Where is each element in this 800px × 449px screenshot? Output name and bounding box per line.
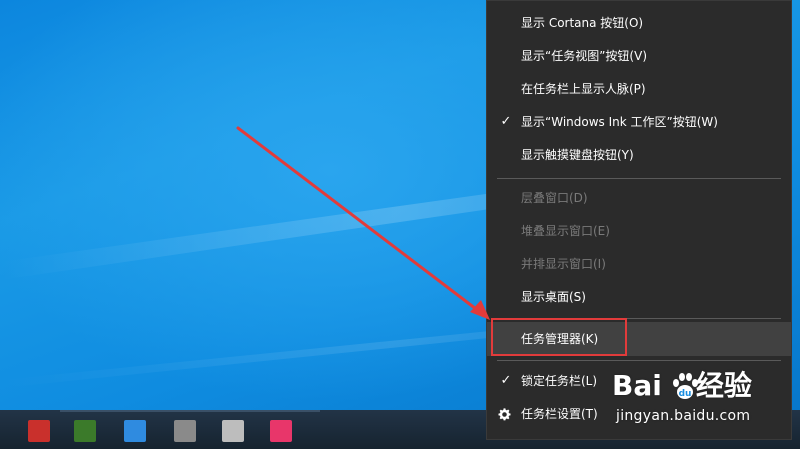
taskbar-app-icon-gray[interactable] <box>174 420 196 442</box>
annotation-highlight-box <box>491 318 627 356</box>
baidu-paw-icon: du <box>673 373 698 399</box>
watermark-url: jingyan.baidu.com <box>616 408 751 424</box>
menu-item-label: 任务栏设置(T) <box>521 407 598 421</box>
menu-item-show-task-view-button[interactable]: 显示“任务视图”按钮(V) <box>487 40 791 72</box>
menu-item-label: 显示触摸键盘按钮(Y) <box>521 148 634 162</box>
taskbar-app-icon-red[interactable] <box>28 420 50 442</box>
svg-text:du: du <box>679 389 692 399</box>
taskbar-app-icon-green[interactable] <box>74 420 96 442</box>
checkmark-icon: ✓ <box>500 373 512 388</box>
taskbar-active-indicator <box>60 410 320 412</box>
menu-item-label: 显示桌面(S) <box>521 290 586 304</box>
watermark-brand-jingyan: 经验 <box>695 369 752 402</box>
menu-item-label: 锁定任务栏(L) <box>521 374 598 388</box>
menu-item-show-cortana-button[interactable]: 显示 Cortana 按钮(O) <box>487 7 791 39</box>
desktop-wallpaper: 显示 Cortana 按钮(O) 显示“任务视图”按钮(V) 在任务栏上显示人脉… <box>0 0 800 449</box>
menu-item-show-windows-ink-button[interactable]: ✓ 显示“Windows Ink 工作区”按钮(W) <box>487 106 791 138</box>
menu-item-side-by-side-windows[interactable]: 并排显示窗口(I) <box>487 248 791 280</box>
menu-item-show-desktop[interactable]: 显示桌面(S) <box>487 281 791 313</box>
baidu-jingyan-watermark: Bai 经验 du jingyan.baidu.com <box>612 366 762 432</box>
watermark-brand-bai: Bai <box>612 369 662 402</box>
gear-icon <box>498 408 511 421</box>
menu-separator <box>497 360 781 361</box>
menu-item-label: 显示“任务视图”按钮(V) <box>521 49 648 63</box>
taskbar-app-icon-pink[interactable] <box>270 420 292 442</box>
taskbar-app-icon-light[interactable] <box>222 420 244 442</box>
menu-item-label: 显示“Windows Ink 工作区”按钮(W) <box>521 115 718 129</box>
menu-separator <box>497 178 781 179</box>
checkmark-icon: ✓ <box>500 114 512 129</box>
menu-item-stack-windows[interactable]: 堆叠显示窗口(E) <box>487 215 791 247</box>
menu-item-cascade-windows[interactable]: 层叠窗口(D) <box>487 182 791 214</box>
menu-item-label: 并排显示窗口(I) <box>521 257 606 271</box>
menu-item-label: 堆叠显示窗口(E) <box>521 224 610 238</box>
menu-item-label: 层叠窗口(D) <box>521 191 588 205</box>
menu-item-label: 显示 Cortana 按钮(O) <box>521 16 644 30</box>
menu-item-show-touch-keyboard-button[interactable]: 显示触摸键盘按钮(Y) <box>487 139 791 171</box>
menu-item-label: 在任务栏上显示人脉(P) <box>521 82 646 96</box>
menu-item-show-people[interactable]: 在任务栏上显示人脉(P) <box>487 73 791 105</box>
taskbar-app-icon-blue[interactable] <box>124 420 146 442</box>
